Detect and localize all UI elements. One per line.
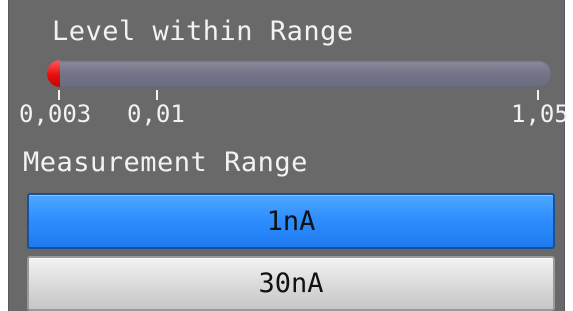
level-bar [47,60,552,87]
level-bar-fill [47,60,60,87]
measurement-panel: Level within Range 0,003 0,01 1,05 Measu… [8,0,569,311]
range-title: Measurement Range [23,147,308,178]
tick-label-max: 1,05 [511,100,569,128]
tick-label-min: 0,003 [19,100,92,128]
range-button-1na[interactable]: 1nA [27,193,555,249]
tick-label-mid: 0,01 [127,100,185,128]
range-button-30na[interactable]: 30nA [27,256,555,311]
level-title: Level within Range [52,16,354,47]
